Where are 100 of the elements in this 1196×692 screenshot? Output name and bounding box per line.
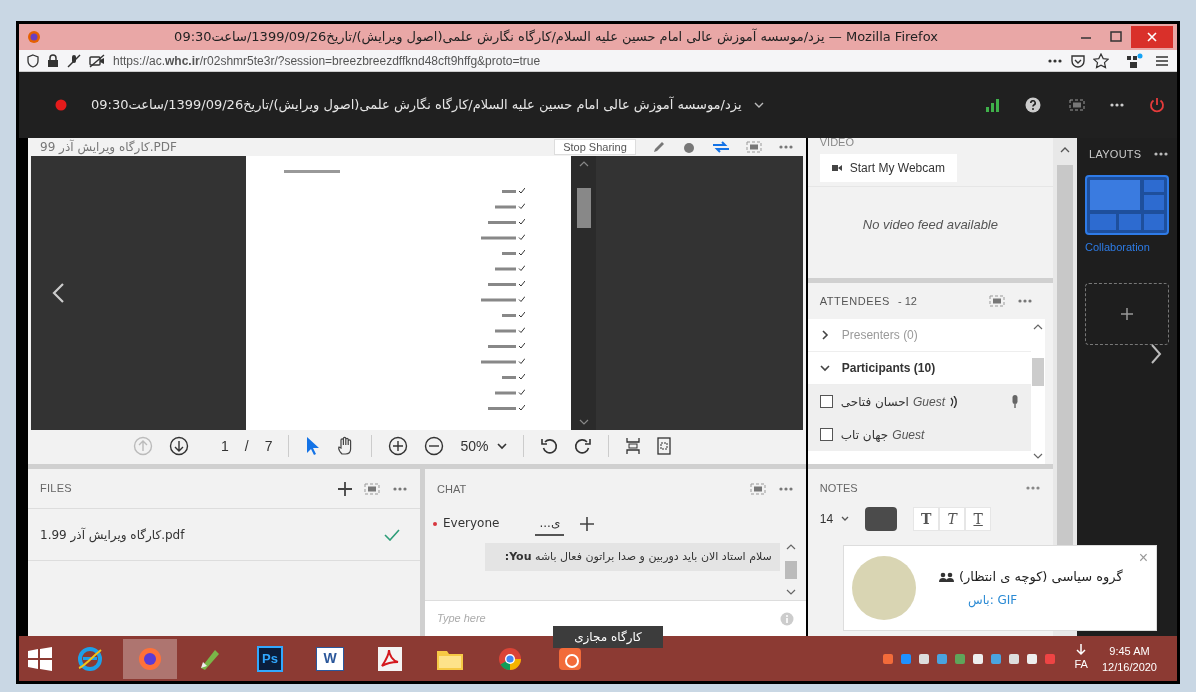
page-down-icon[interactable] — [169, 436, 189, 456]
scrollbar-thumb[interactable] — [1032, 357, 1045, 386]
chevron-icon — [819, 330, 830, 340]
fullscreen-icon[interactable] — [749, 483, 766, 495]
scrollbar-thumb[interactable] — [784, 560, 797, 579]
color-swatch[interactable] — [865, 507, 898, 531]
language-indicator[interactable]: FA — [1074, 656, 1088, 673]
scroll-up-icon[interactable] — [578, 160, 589, 167]
panel-title: FILES — [40, 481, 72, 497]
panel-title: CHAT — [437, 481, 467, 497]
start-icon[interactable] — [27, 646, 53, 671]
lock-icon — [47, 53, 59, 68]
zoom-level[interactable]: 50% — [460, 435, 489, 457]
rotate-right-icon[interactable] — [573, 437, 592, 455]
signal-bars-icon — [985, 98, 1001, 112]
panel-title: VIDEO — [819, 138, 854, 146]
page-number[interactable]: 1 — [221, 435, 229, 457]
photoshop-app-icon: Ps — [257, 645, 283, 672]
power-icon[interactable] — [1149, 97, 1165, 113]
clock-time[interactable]: 9:45 AM — [1109, 642, 1150, 659]
zoom-in-icon[interactable] — [388, 436, 409, 456]
arrow-down-icon — [1076, 644, 1087, 657]
fit-width-icon[interactable] — [624, 437, 641, 455]
scrollbar-thumb[interactable] — [576, 188, 591, 228]
add-layout-button[interactable] — [1085, 283, 1169, 345]
meeting-title[interactable]: یزد/موسسه آموزش عالی امام حسین علیه السلام/کارگاه نگارش علمی(اصول ویرایش)/تاریخ1399/09/26/ساعت09:30 — [91, 95, 742, 115]
scroll-down-icon[interactable] — [1033, 453, 1044, 460]
tray-icon[interactable] — [990, 652, 1003, 665]
fullscreen-icon[interactable] — [1069, 99, 1085, 111]
pod-title: کارگاه ویرایش آذر 99.PDF — [40, 141, 177, 153]
message-input[interactable]: Type here — [437, 610, 780, 627]
scroll-down-icon[interactable] — [578, 419, 589, 426]
file-name[interactable]: کارگاه ویرایش آذر 1.99.pdf — [40, 525, 384, 544]
page-total: 7 — [264, 436, 273, 456]
tray-icon[interactable] — [1026, 652, 1039, 665]
video-camera-icon — [831, 164, 842, 172]
panel-title: NOTES — [819, 480, 858, 496]
scroll-up-icon[interactable] — [1033, 323, 1044, 330]
checkbox[interactable] — [819, 395, 833, 408]
tray-icon[interactable] — [972, 652, 985, 665]
layout-name[interactable]: Collaboration — [1085, 238, 1169, 255]
notification-title: گروه سیاسی (کوچه ی انتظار) — [958, 568, 1123, 587]
attendee-role: Guest — [892, 426, 925, 444]
scroll-up-icon[interactable] — [1060, 146, 1071, 153]
previous-page-icon[interactable] — [51, 282, 65, 304]
taskbar-tooltip: کارگاه مجازی — [553, 626, 663, 648]
chat-tab[interactable]: Everyone — [439, 512, 504, 536]
chat-tab[interactable]: ...ی — [535, 512, 565, 536]
fullscreen-icon[interactable] — [989, 295, 1006, 307]
add-icon — [1121, 308, 1133, 320]
app-icon — [559, 647, 581, 670]
start-webcam-button[interactable]: Start My Webcam — [819, 154, 957, 182]
shield-icon — [27, 53, 39, 68]
scroll-up-icon[interactable] — [785, 543, 796, 550]
fullscreen-icon[interactable] — [745, 141, 762, 153]
taskbar-app-button[interactable]: W — [303, 638, 357, 679]
attendee-name: جهان تاب — [840, 426, 889, 444]
muted-camera-icon — [89, 53, 105, 68]
rotate-left-icon[interactable] — [539, 437, 558, 455]
zoom-out-icon[interactable] — [424, 436, 445, 456]
taskbar-app-button[interactable]: Ps — [243, 638, 297, 679]
text-style-button[interactable]: T — [965, 507, 992, 531]
checkbox[interactable] — [819, 428, 833, 441]
panel-title: ATTENDEES — [819, 293, 890, 309]
text-style-button[interactable]: T — [939, 507, 966, 531]
font-size-select[interactable]: 14 — [819, 510, 834, 528]
muted-microphone-icon — [67, 53, 81, 68]
attendee-role: Guest — [912, 393, 945, 411]
tray-icon[interactable] — [918, 652, 931, 665]
fit-page-icon[interactable] — [656, 437, 671, 455]
menu-icon[interactable] — [1155, 54, 1169, 67]
scroll-down-icon[interactable] — [785, 589, 796, 596]
pencil-icon[interactable] — [651, 140, 666, 154]
chevron-icon — [819, 363, 830, 373]
tray-icon[interactable] — [936, 652, 949, 665]
sync-arrows-icon[interactable] — [711, 140, 730, 154]
next-icon[interactable] — [1150, 343, 1162, 365]
window-title: یزد/موسسه آموزش عالی امام حسین علیه السلام/کارگاه نگارش علمی(اصول ویرایش)/تاریخ1399/09/26/ساعت09:30 — Mozilla Firefox — [173, 27, 939, 47]
caret-icon[interactable] — [841, 516, 850, 522]
help-icon[interactable] — [1025, 97, 1041, 113]
clock-date[interactable]: 12/16/2020 — [1101, 658, 1157, 675]
firefox-logo-icon — [27, 30, 41, 44]
fullscreen-icon[interactable] — [364, 482, 380, 495]
acrobat-icon — [377, 645, 403, 672]
add-icon[interactable] — [580, 517, 595, 531]
browser-e-icon — [77, 645, 103, 672]
chevron-down-icon[interactable] — [753, 101, 764, 109]
layout-thumbnail-icon[interactable] — [1085, 174, 1169, 235]
add-icon[interactable] — [338, 481, 352, 496]
tray-icon[interactable] — [1008, 652, 1021, 665]
stop-sharing-button[interactable]: Stop Sharing — [554, 139, 636, 155]
caret-icon[interactable] — [496, 442, 507, 450]
panel-title: LAYOUTS — [1089, 147, 1142, 162]
fox-globe-icon — [137, 645, 163, 672]
star-icon[interactable] — [1093, 52, 1109, 69]
page-separator: / — [244, 436, 249, 456]
extension-icon[interactable] — [1125, 52, 1143, 69]
pocket-icon[interactable] — [1071, 53, 1085, 68]
chrome-icon — [497, 645, 523, 672]
text-style-button[interactable]: T — [913, 507, 940, 531]
